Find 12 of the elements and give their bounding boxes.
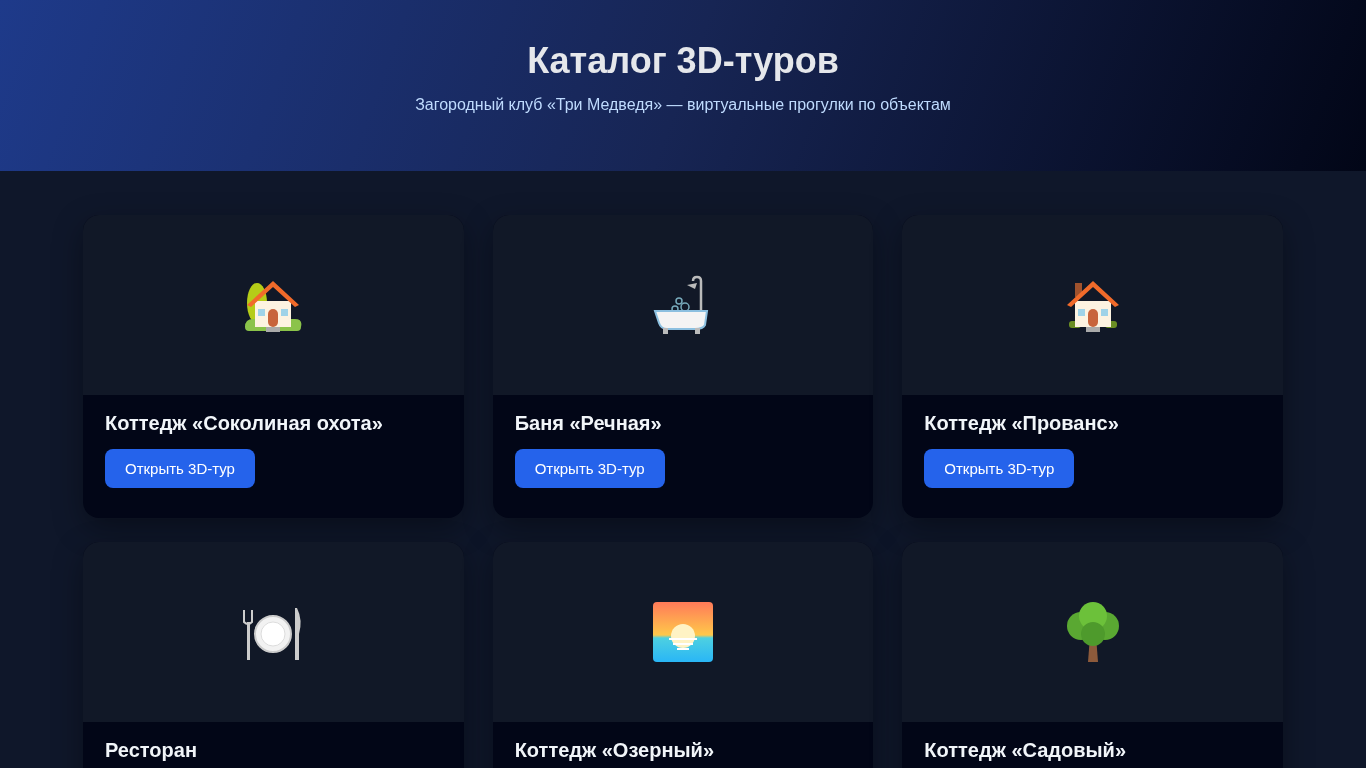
card-title: Баня «Речная» <box>514 412 662 434</box>
card-title: Коттедж «Прованс» <box>924 412 1119 434</box>
open-tour-button[interactable]: Открыть 3D-тур <box>514 449 665 488</box>
page-subtitle: Загородный клуб «Три Медведя» — виртуальные прогулки по объектам <box>415 96 951 114</box>
card-title: Ресторан <box>105 739 197 761</box>
card-title: Коттедж «Садовый» <box>924 739 1127 761</box>
card-title: Коттедж «Соколиная охота» <box>105 412 383 434</box>
open-tour-button[interactable]: Открыть 3D-тур <box>105 449 255 488</box>
card-title: Коттедж «Озерный» <box>514 739 714 761</box>
page-title: Каталог 3D-туров <box>527 40 839 82</box>
sunrise-icon <box>651 600 715 664</box>
open-tour-button[interactable]: Открыть 3D-тур <box>924 449 1075 488</box>
